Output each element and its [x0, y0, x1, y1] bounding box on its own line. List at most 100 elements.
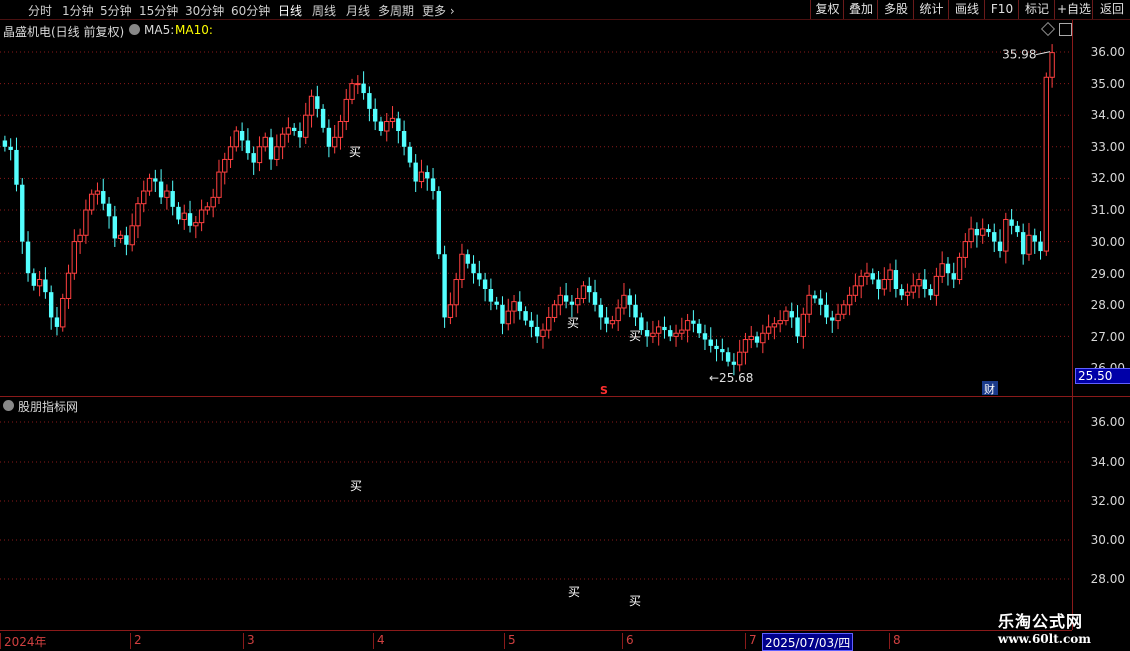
candle — [841, 300, 847, 320]
candle — [627, 288, 632, 318]
candle — [337, 114, 344, 150]
candle — [870, 268, 875, 285]
candle — [546, 307, 552, 339]
candle — [702, 324, 708, 350]
candle — [331, 124, 338, 154]
candle — [326, 119, 332, 158]
candle — [349, 78, 355, 105]
candle — [806, 284, 812, 323]
candle — [320, 104, 326, 133]
dropdown-circle-icon[interactable] — [3, 400, 14, 411]
candle — [101, 178, 106, 211]
candle — [308, 89, 315, 128]
watermark-url: www.60lt.com — [998, 632, 1091, 646]
candle — [1020, 223, 1026, 265]
tab-4[interactable]: 30分钟 — [185, 2, 224, 19]
candle — [997, 229, 1003, 258]
candle — [551, 300, 558, 323]
candle — [650, 320, 656, 344]
candle — [800, 307, 807, 349]
tool-button-1[interactable]: 叠加 — [843, 0, 878, 19]
candle — [835, 303, 841, 330]
tool-button-2[interactable]: 多股 — [877, 0, 914, 19]
candle — [20, 178, 25, 254]
candle — [962, 233, 969, 268]
tool-button-3[interactable]: 统计 — [913, 0, 949, 19]
tab-5[interactable]: 60分钟 — [231, 2, 270, 19]
candle — [587, 277, 592, 303]
candle — [447, 292, 454, 325]
candle — [748, 325, 754, 349]
buy-signal-label: 买 — [350, 479, 362, 493]
candle — [609, 315, 616, 329]
main-axis-tick: 30.00 — [1090, 235, 1125, 249]
candle — [343, 88, 349, 131]
candle — [633, 294, 638, 326]
tab-8[interactable]: 月线 — [346, 2, 370, 19]
tab-1[interactable]: 1分钟 — [62, 2, 94, 19]
main-axis-tick: 34.00 — [1090, 108, 1125, 122]
finance-marker: 财 — [984, 382, 995, 396]
tool-button-4[interactable]: 画线 — [948, 0, 985, 19]
candle — [384, 112, 390, 142]
panel-toggle-icon[interactable] — [1059, 23, 1072, 36]
price-axis: 36.00 35.00 34.00 33.00 32.00 31.00 30.00 29.00… — [1072, 20, 1130, 630]
tab-2[interactable]: 5分钟 — [100, 2, 132, 19]
candle — [505, 298, 511, 331]
high-price-label: 35.98 — [1002, 48, 1036, 62]
candle — [1009, 209, 1014, 235]
diamond-icon[interactable] — [1040, 21, 1056, 37]
candle — [684, 313, 691, 343]
date-tick: 8 — [889, 633, 901, 649]
candle — [153, 169, 158, 192]
period-toolbar: 分时 1分钟 5分钟 15分钟 30分钟 60分钟 日线 周线 月线 多周期 更多 › 复权 叠加 多股… — [0, 0, 1130, 20]
candle — [124, 226, 129, 256]
candle — [655, 320, 662, 346]
dropdown-circle-icon[interactable] — [129, 24, 140, 35]
tool-button-0[interactable]: 复权 — [810, 0, 844, 19]
sub-panel-title[interactable]: 股朋指标网 — [18, 398, 78, 415]
tab-6[interactable]: 日线 — [278, 2, 302, 19]
candle — [54, 307, 60, 336]
tab-9[interactable]: 多周期 — [378, 2, 414, 19]
tool-button-7[interactable]: +自选 — [1054, 0, 1093, 19]
candle — [48, 285, 54, 330]
candle — [36, 270, 43, 297]
tool-button-8[interactable]: 返回 — [1092, 0, 1130, 19]
candle — [471, 255, 476, 284]
candle — [442, 245, 447, 328]
candle — [367, 86, 372, 122]
candle — [251, 146, 256, 175]
candle — [459, 243, 465, 289]
stock-info-bar: 晶盛机电(日线 前复权) MA5: MA10: — [0, 20, 1072, 39]
candle — [477, 260, 482, 287]
candle — [818, 289, 823, 316]
candle — [621, 282, 627, 315]
tab-3[interactable]: 15分钟 — [139, 2, 178, 19]
tab-7[interactable]: 周线 — [312, 2, 336, 19]
tool-button-6[interactable]: 标记 — [1018, 0, 1055, 19]
candle — [951, 262, 956, 289]
candle — [1015, 221, 1020, 237]
candle — [170, 180, 175, 216]
candlestick-chart[interactable]: 35.98←25.68买买买S 财 — [0, 38, 1072, 397]
candle — [227, 136, 234, 168]
candle — [852, 273, 859, 302]
main-axis-tick: 31.00 — [1090, 203, 1125, 217]
buy-signal-label: 买 — [568, 585, 580, 599]
low-price-label: ←25.68 — [709, 371, 753, 385]
candle — [268, 128, 274, 170]
indicator-chart[interactable]: 买买买 — [0, 415, 1072, 625]
candle — [112, 205, 118, 247]
candle — [580, 281, 587, 304]
tab-0[interactable]: 分时 — [28, 2, 52, 19]
candle — [916, 272, 922, 299]
candle — [725, 347, 731, 367]
candle — [992, 223, 997, 253]
candle — [1049, 44, 1055, 88]
tool-button-5[interactable]: F10 — [984, 0, 1019, 19]
tab-10[interactable]: 更多 › — [422, 2, 455, 19]
candle — [812, 290, 818, 304]
candle — [592, 279, 598, 312]
candle — [222, 152, 228, 185]
